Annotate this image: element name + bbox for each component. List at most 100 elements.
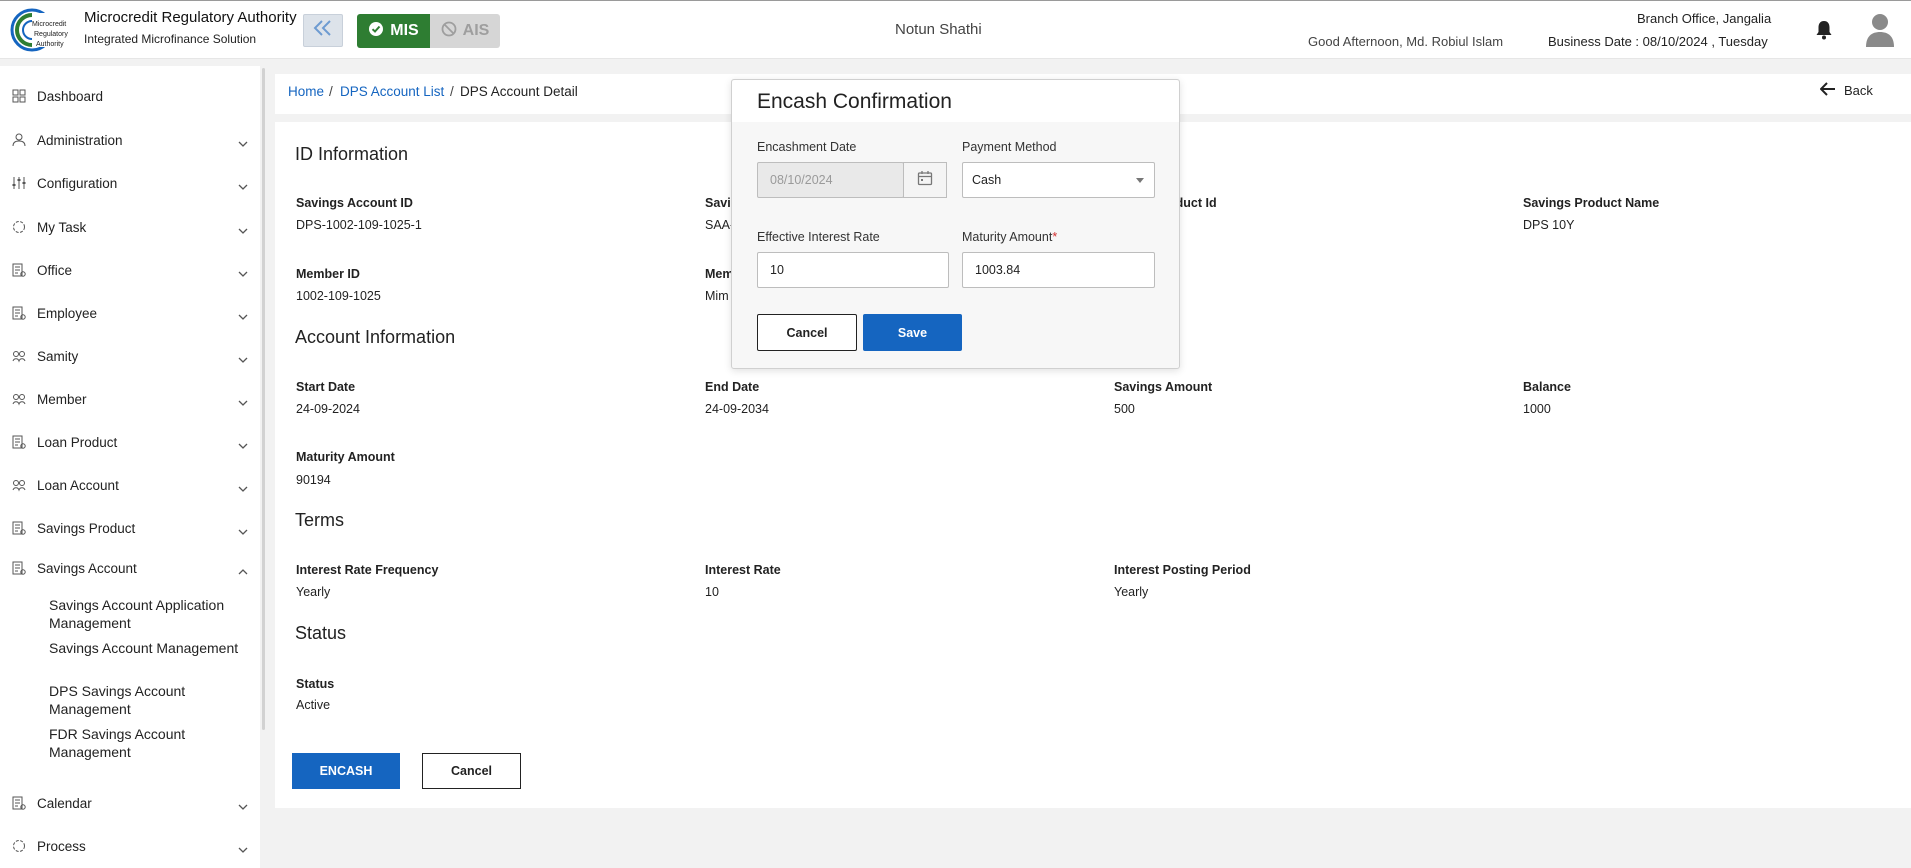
member-name-label: Mem	[705, 267, 734, 281]
sidebar-item-loan-account[interactable]: Loan Account	[0, 470, 260, 500]
encash-confirmation-modal: Encash Confirmation Encashment Date 08/1…	[731, 79, 1180, 369]
sidebar-item-process[interactable]: Process	[0, 831, 260, 861]
savings-account-id-label: Savings Account ID	[296, 196, 413, 210]
sidebar-item-employee[interactable]: Employee	[0, 298, 260, 328]
savings-account-id-value: DPS-1002-109-1025-1	[296, 218, 422, 232]
sidebar-item-office[interactable]: Office	[0, 255, 260, 285]
sidebar-subitem-fdr-savings-account[interactable]: FDR Savings Account Management	[49, 725, 249, 761]
calendar-icon	[12, 796, 26, 810]
sidebar-item-savings-account[interactable]: Savings Account	[0, 553, 260, 583]
sidebar-item-label: Dashboard	[37, 88, 104, 104]
effective-interest-rate-input[interactable]: 10	[757, 252, 949, 288]
breadcrumb-separator: /	[450, 84, 454, 99]
sidebar-item-label: Loan Product	[37, 434, 118, 450]
interest-posting-period-label: Interest Posting Period	[1114, 563, 1251, 577]
mis-toggle-button[interactable]: MIS	[357, 14, 430, 48]
loan-account-icon	[12, 478, 26, 492]
mis-label: MIS	[390, 22, 419, 39]
svg-text:Microcredit: Microcredit	[32, 21, 66, 28]
chevron-down-icon	[238, 523, 248, 541]
sidebar-item-label: Savings Account	[37, 560, 137, 576]
maturity-amount-input[interactable]: 1003.84	[962, 252, 1155, 288]
check-circle-icon	[368, 21, 384, 42]
cancel-button[interactable]: Cancel	[422, 753, 521, 789]
member-icon	[12, 392, 26, 406]
sidebar-subitem-savings-account-application[interactable]: Savings Account Application Management	[49, 596, 249, 632]
breadcrumb-home-link[interactable]: Home	[288, 84, 324, 99]
modal-cancel-button[interactable]: Cancel	[757, 314, 857, 351]
sidebar-item-label: Office	[37, 262, 73, 278]
collapse-sidebar-button[interactable]	[303, 14, 343, 47]
chevron-down-icon	[238, 798, 248, 816]
sliders-icon	[12, 176, 26, 190]
back-label: Back	[1844, 83, 1873, 98]
chevron-down-icon	[238, 480, 248, 498]
samity-icon	[12, 349, 26, 363]
savings-product-name-value: DPS 10Y	[1523, 218, 1575, 232]
savings-application-value: SAA-	[705, 218, 735, 232]
savings-application-label: Savi	[705, 196, 731, 210]
notification-bell-icon[interactable]	[1815, 20, 1833, 45]
sidebar-subitem-savings-account-management[interactable]: Savings Account Management	[49, 639, 249, 657]
task-icon	[12, 220, 26, 234]
sidebar-item-label: My Task	[37, 219, 87, 235]
encash-button[interactable]: ENCASH	[292, 753, 400, 789]
payment-method-select[interactable]: Cash	[962, 162, 1155, 198]
user-greeting: Good Afternoon, Md. Robiul Islam	[1308, 34, 1504, 49]
payment-method-value: Cash	[972, 173, 1002, 187]
effective-interest-rate-label: Effective Interest Rate	[757, 230, 880, 244]
sidebar-subitem-dps-savings-account[interactable]: DPS Savings Account Management	[49, 682, 249, 718]
interest-rate-value: 10	[705, 585, 719, 599]
modal-title: Encash Confirmation	[757, 90, 952, 113]
double-chevron-left-icon	[312, 20, 334, 41]
balance-label: Balance	[1523, 380, 1571, 394]
svg-text:Authority: Authority	[36, 41, 64, 48]
sidebar-item-samity[interactable]: Samity	[0, 341, 260, 371]
sidebar-item-loan-product[interactable]: Loan Product	[0, 427, 260, 457]
sidebar-item-administration[interactable]: Administration	[0, 125, 260, 155]
admin-icon	[12, 133, 26, 147]
calendar-icon	[917, 170, 933, 191]
encashment-date-input[interactable]: 08/10/2024	[757, 162, 904, 198]
ais-label: AIS	[462, 22, 490, 39]
savings-product-name-label: Savings Product Name	[1523, 196, 1660, 210]
sidebar-item-label: Savings Product	[37, 520, 136, 536]
back-button[interactable]: Back	[1819, 82, 1873, 99]
sidebar-item-member[interactable]: Member	[0, 384, 260, 414]
terms-title: Terms	[295, 510, 344, 530]
interest-posting-period-value: Yearly	[1114, 585, 1149, 599]
status-value: Active	[296, 698, 331, 712]
start-date-value: 24-09-2024	[296, 402, 360, 416]
maturity-amount-label: Maturity Amount	[296, 450, 395, 464]
account-information-title: Account Information	[295, 327, 456, 347]
end-date-label: End Date	[705, 380, 760, 394]
user-avatar-icon[interactable]	[1865, 12, 1895, 53]
ais-toggle-button[interactable]: AIS	[430, 14, 500, 48]
sidebar-item-savings-product[interactable]: Savings Product	[0, 513, 260, 543]
chevron-down-icon	[238, 351, 248, 369]
date-picker-button[interactable]	[903, 162, 947, 198]
end-date-value: 24-09-2034	[705, 402, 769, 416]
chevron-up-icon	[238, 563, 248, 581]
organization-name: Notun Shathi	[895, 21, 982, 38]
sidebar-scrollbar[interactable]	[262, 68, 265, 730]
required-asterisk: *	[1052, 230, 1058, 244]
brand-subtitle: Integrated Microfinance Solution	[84, 32, 257, 46]
chevron-down-icon	[238, 437, 248, 455]
sidebar-item-my-task[interactable]: My Task	[0, 212, 260, 242]
status-label: Status	[296, 677, 335, 691]
savings-account-icon	[12, 561, 26, 575]
id-information-title: ID Information	[295, 144, 409, 164]
modal-header: Encash Confirmation	[732, 80, 1179, 122]
sidebar-item-dashboard[interactable]: Dashboard	[0, 81, 260, 111]
brand-title: Microcredit Regulatory Authority	[84, 9, 297, 26]
office-icon	[12, 263, 26, 277]
modal-save-button[interactable]: Save	[863, 314, 962, 351]
svg-text:Regulatory: Regulatory	[34, 31, 68, 38]
sidebar-item-configuration[interactable]: Configuration	[0, 168, 260, 198]
sidebar-item-label: Process	[37, 838, 86, 854]
chevron-down-icon	[238, 222, 248, 240]
sidebar-item-calendar[interactable]: Calendar	[0, 788, 260, 818]
breadcrumb-dps-list-link[interactable]: DPS Account List	[340, 84, 444, 99]
chevron-down-icon	[238, 841, 248, 859]
